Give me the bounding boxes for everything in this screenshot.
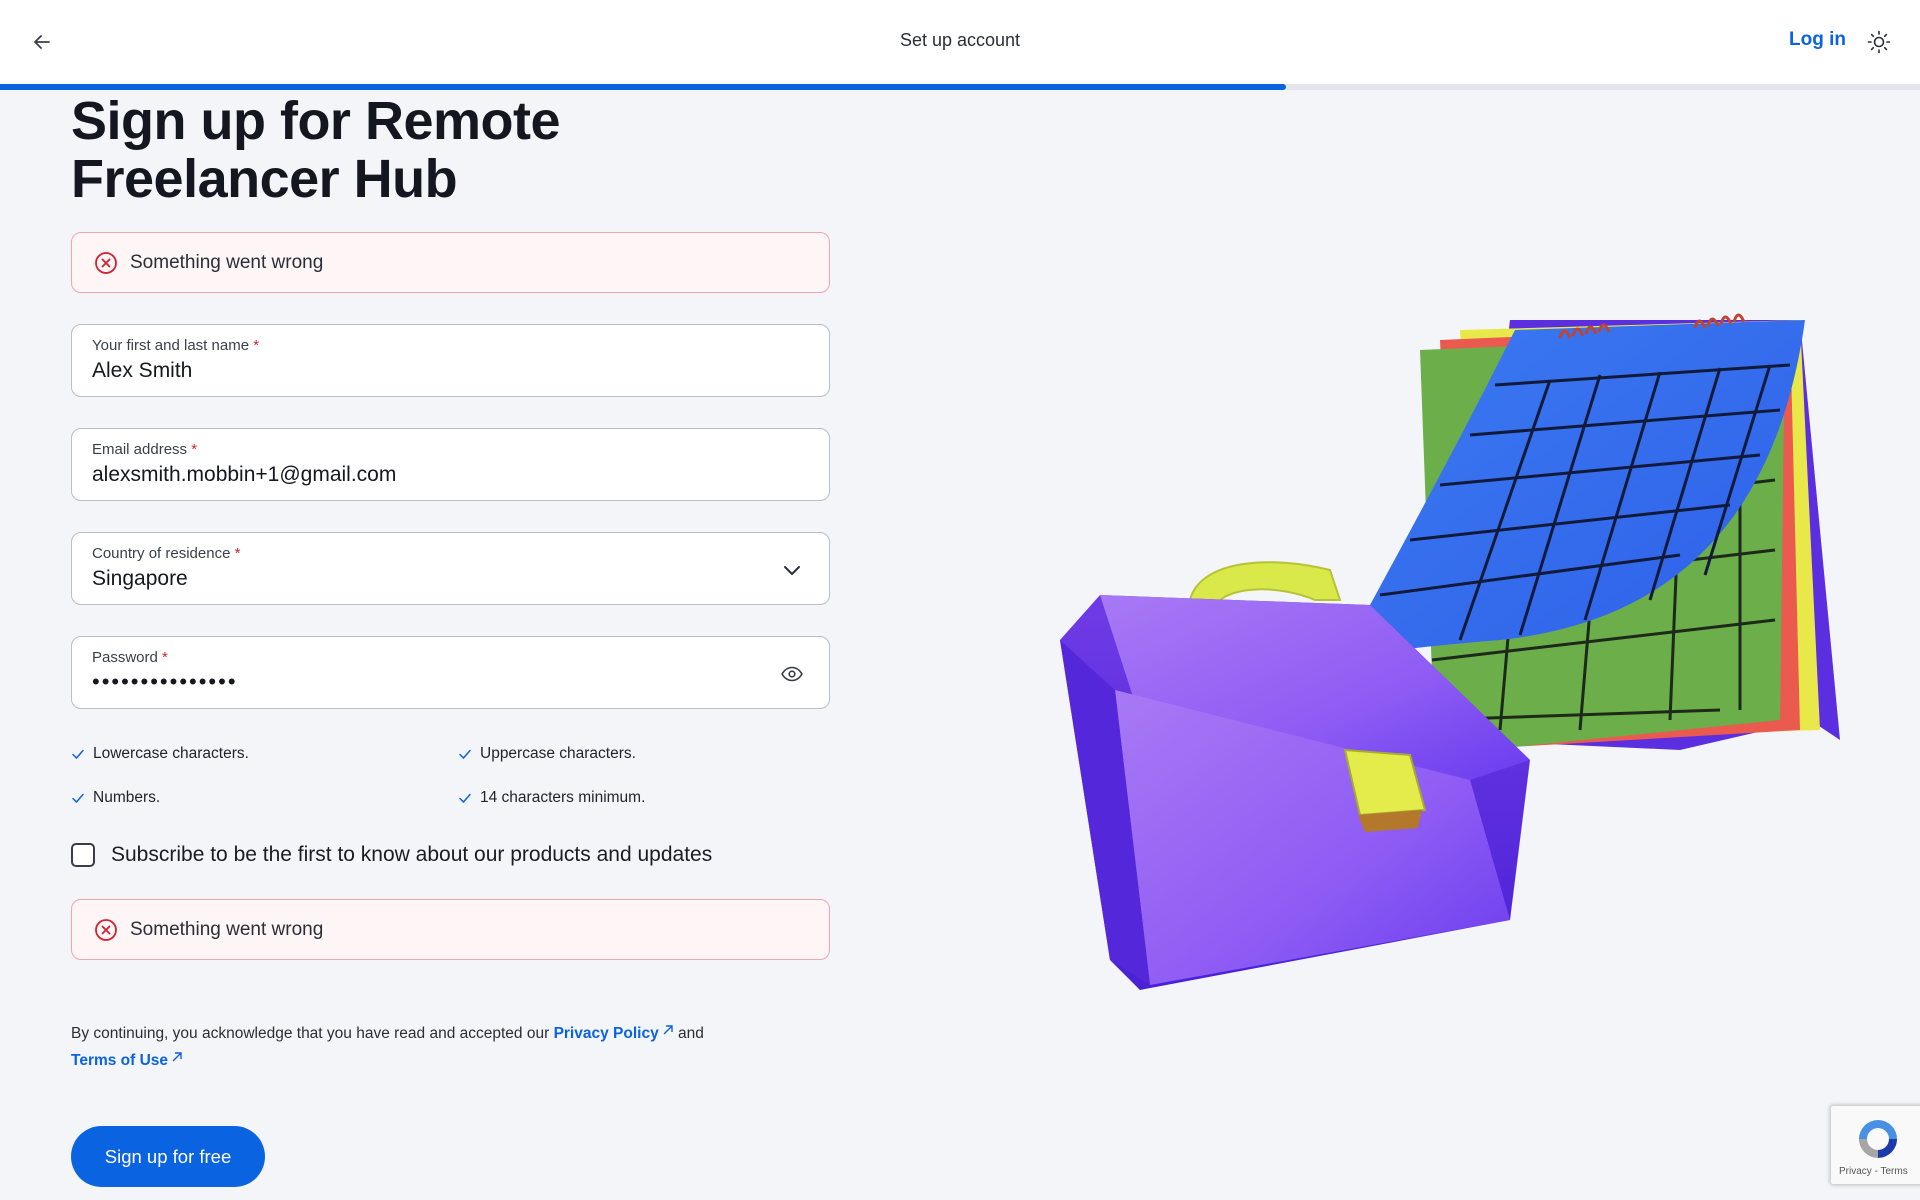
email-field-value: alexsmith.mobbin+1@gmail.com <box>92 463 397 486</box>
recaptcha-badge[interactable]: Privacy - Terms <box>1830 1105 1920 1185</box>
error-alert-bottom: Something went wrong <box>71 899 830 960</box>
email-field[interactable]: Email address * alexsmith.mobbin+1@gmail… <box>71 428 830 501</box>
password-rules: Lowercase characters. Uppercase characte… <box>71 745 830 807</box>
error-message: Something went wrong <box>130 918 324 940</box>
country-select[interactable]: Country of residence * Singapore <box>71 532 830 605</box>
country-select-label: Country of residence * <box>92 545 241 562</box>
check-icon <box>72 749 84 760</box>
password-rule: Uppercase characters. <box>458 745 830 763</box>
chevron-down-icon[interactable] <box>779 557 805 583</box>
country-select-value: Singapore <box>92 567 188 590</box>
recaptcha-text[interactable]: Privacy - Terms <box>1839 1166 1908 1177</box>
briefcase-calendar-illustration <box>1060 313 1840 990</box>
subscribe-label: Subscribe to be the first to know about … <box>111 843 713 866</box>
external-link-icon <box>663 1025 673 1035</box>
header-title: Set up account <box>899 30 1021 50</box>
required-mark: * <box>253 337 260 354</box>
terms-of-use-link[interactable]: Terms of Use <box>71 1052 183 1069</box>
sun-icon <box>1867 30 1891 54</box>
theme-toggle-button[interactable] <box>1866 29 1892 55</box>
email-field-label: Email address * <box>92 441 198 458</box>
recaptcha-icon <box>1859 1120 1897 1158</box>
top-bar: Set up account Log in <box>0 0 1920 84</box>
privacy-policy-link[interactable]: Privacy Policy <box>554 1025 674 1042</box>
password-field-value: ••••••••••••••• <box>92 669 238 694</box>
error-circle-icon <box>95 251 117 274</box>
required-mark: * <box>191 441 198 458</box>
eye-icon[interactable] <box>779 661 805 687</box>
page-title: Sign up for Remote Freelancer Hub <box>71 92 830 208</box>
external-link-icon <box>172 1052 182 1062</box>
login-link[interactable]: Log in <box>1789 29 1846 51</box>
check-icon <box>459 749 471 760</box>
check-icon <box>72 793 84 804</box>
required-mark: * <box>234 545 241 562</box>
page-title-line2: Freelancer Hub <box>71 149 458 209</box>
subscribe-checkbox[interactable] <box>71 843 95 867</box>
password-rule: Numbers. <box>71 789 458 807</box>
page-title-line1: Sign up for Remote <box>71 91 561 151</box>
name-field-value: Alex Smith <box>92 359 193 382</box>
password-field-label: Password * <box>92 649 168 666</box>
error-message: Something went wrong <box>130 251 324 273</box>
signup-form: Sign up for Remote Freelancer Hub Someth… <box>71 90 830 1187</box>
sign-up-button[interactable]: Sign up for free <box>71 1126 265 1187</box>
subscribe-row: Subscribe to be the first to know about … <box>71 843 830 867</box>
password-rule: Lowercase characters. <box>71 745 458 763</box>
password-field[interactable]: Password * ••••••••••••••• <box>71 636 830 709</box>
required-mark: * <box>162 649 168 666</box>
error-circle-icon <box>95 918 117 941</box>
name-field-label: Your first and last name * <box>92 337 260 354</box>
check-icon <box>459 793 471 804</box>
password-rule: 14 characters minimum. <box>458 789 830 807</box>
name-field[interactable]: Your first and last name * Alex Smith <box>71 324 830 397</box>
legal-text: By continuing, you acknowledge that you … <box>71 1025 704 1069</box>
error-alert-top: Something went wrong <box>71 232 830 293</box>
